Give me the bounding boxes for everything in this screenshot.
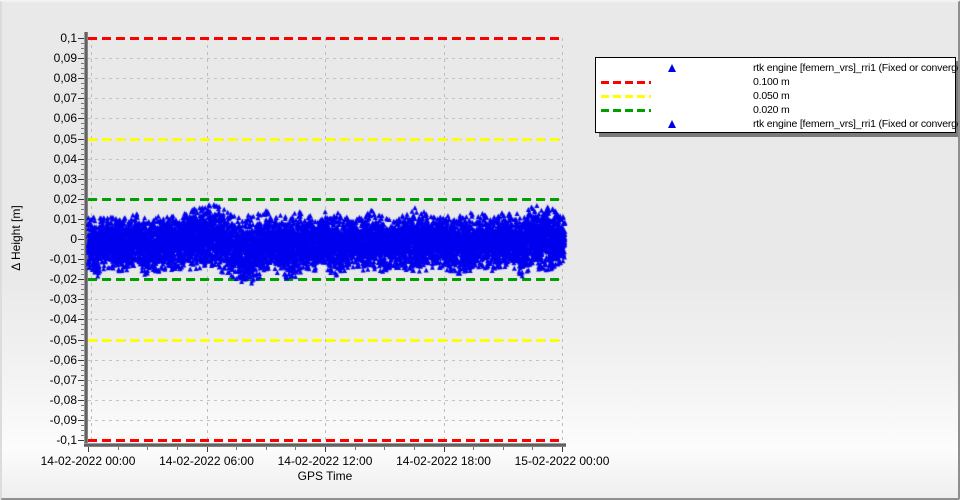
legend-dash-marker [601, 81, 651, 84]
y-tick-label: 0,04 [53, 151, 77, 166]
legend: rtk engine [femern_vrs]_rri1 (Fixed or c… [595, 57, 958, 133]
legend-rows: rtk engine [femern_vrs]_rri1 (Fixed or c… [596, 61, 958, 131]
y-tick-label: -0,08 [49, 392, 77, 407]
y-tick-label: 0,1 [60, 31, 77, 45]
legend-label: 0.020 m [753, 104, 790, 116]
legend-label: rtk engine [femern_vrs]_rri1 (Fixed or c… [753, 118, 960, 130]
y-tick-label: 0,01 [53, 211, 77, 226]
y-tick-label: 0,05 [53, 131, 77, 146]
y-tick-label: 0,08 [53, 71, 77, 86]
legend-row: 0.050 m [596, 89, 955, 103]
y-tick-label: 0,06 [53, 111, 77, 126]
legend-triangle-marker [668, 120, 676, 128]
legend-label: 0.100 m [753, 76, 790, 88]
y-tick-label: -0,07 [49, 372, 77, 387]
legend-row: rtk engine [femern_vrs]_rri1 (Fixed or c… [596, 117, 958, 131]
y-tick-label: -0,05 [49, 332, 77, 347]
x-axis-title: GPS Time [297, 469, 353, 483]
y-tick-label: 0,07 [53, 91, 77, 106]
y-tick-label: -0,04 [49, 312, 77, 327]
x-tick-label: 15-02-2022 00:00 [514, 454, 610, 468]
y-tick-label: -0,06 [49, 352, 77, 367]
legend-row: rtk engine [femern_vrs]_rri1 (Fixed or c… [596, 61, 958, 75]
y-tick-label: -0,03 [49, 292, 77, 307]
y-tick-label: -0,01 [49, 252, 77, 267]
y-tick-label: -0,1 [56, 433, 77, 447]
y-tick-label: 0,09 [53, 51, 77, 66]
y-tick-label: -0,09 [49, 412, 77, 427]
legend-label: rtk engine [femern_vrs]_rri1 (Fixed or c… [753, 62, 960, 74]
chart-panel: 0,1 0,09 0,08 0,07 0,06 0,05 0,04 0,03 0,02 0,01 0… [0, 0, 960, 500]
y-tick-label: 0,02 [53, 191, 77, 206]
legend-triangle-marker [668, 64, 676, 72]
y-tick-label: -0,02 [49, 272, 77, 287]
y-axis-title: Δ Height [m] [9, 205, 23, 271]
legend-dash-marker [601, 95, 651, 98]
y-tick-label: 0 [70, 232, 77, 246]
legend-row: 0.020 m [596, 103, 955, 117]
scatter-series-layer [86, 32, 568, 448]
y-tick-label: 0,03 [53, 171, 77, 186]
legend-row: 0.100 m [596, 75, 955, 89]
legend-dash-marker [601, 109, 651, 112]
legend-label: 0.050 m [753, 90, 790, 102]
